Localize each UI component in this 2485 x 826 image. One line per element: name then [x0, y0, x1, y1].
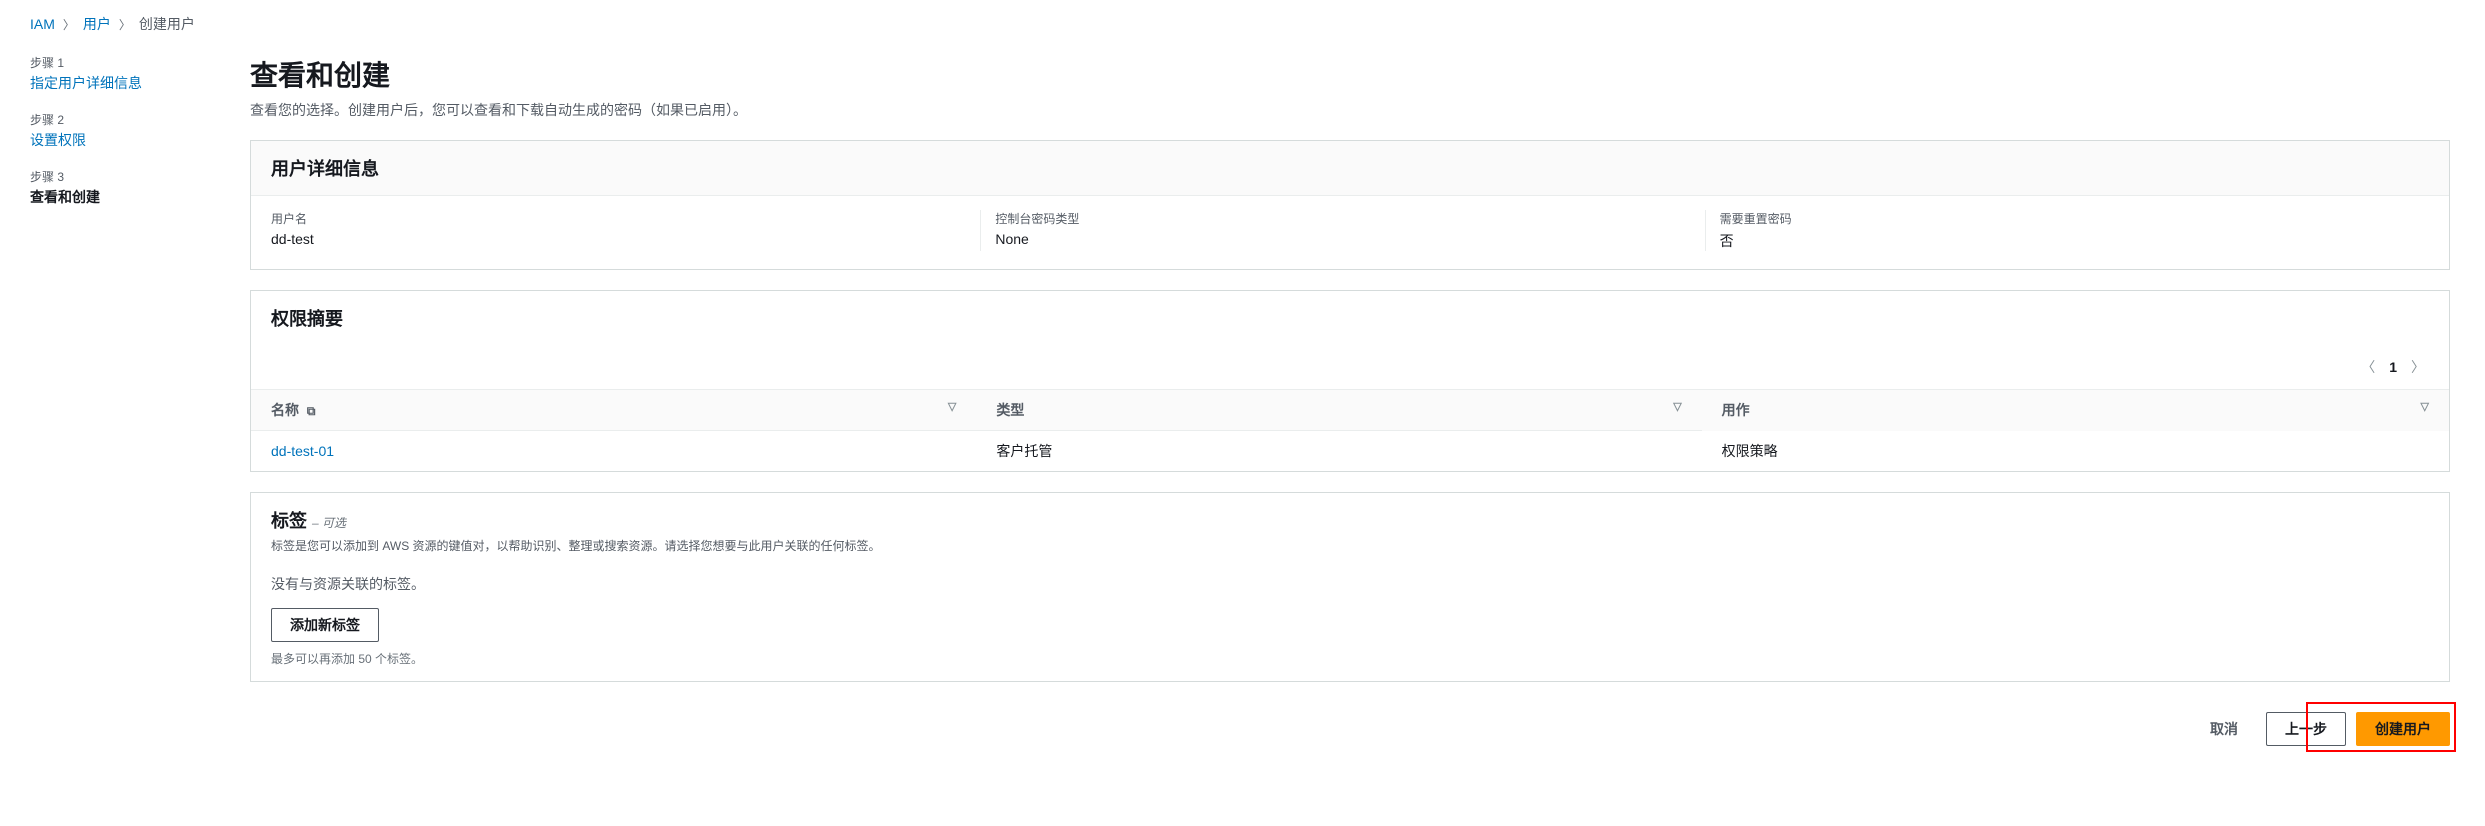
- step-3: 步骤 3 查看和创建: [30, 168, 210, 207]
- step-label: 步骤 3: [30, 168, 210, 185]
- pagination-prev[interactable]: 〈: [2357, 355, 2379, 379]
- detail-label: 需要重置密码: [1720, 210, 2429, 227]
- permissions-table: 名称 ⧉ ▽ 类型 ▽ 用作 ▽: [251, 389, 2449, 471]
- user-details-panel: 用户详细信息 用户名 dd-test 控制台密码类型 None 需要重置密码 否: [250, 140, 2450, 270]
- step-title[interactable]: 指定用户详细信息: [30, 73, 210, 93]
- detail-value: dd-test: [271, 231, 980, 247]
- detail-username: 用户名 dd-test: [271, 210, 980, 251]
- panel-title: 标签 – 可选: [271, 507, 2429, 533]
- step-2[interactable]: 步骤 2 设置权限: [30, 111, 210, 150]
- page-title: 查看和创建: [250, 54, 2450, 94]
- step-1[interactable]: 步骤 1 指定用户详细信息: [30, 54, 210, 93]
- table-row: dd-test-01 客户托管 权限策略: [251, 431, 2449, 472]
- chevron-right-icon: 〉: [119, 16, 131, 33]
- previous-button[interactable]: 上一步: [2266, 712, 2346, 746]
- tags-panel: 标签 – 可选 标签是您可以添加到 AWS 资源的键值对，以帮助识别、整理或搜索…: [250, 492, 2450, 682]
- tags-empty-text: 没有与资源关联的标签。: [271, 574, 2429, 594]
- breadcrumb-parent[interactable]: 用户: [83, 14, 111, 34]
- step-title[interactable]: 设置权限: [30, 130, 210, 150]
- pagination-page: 1: [2389, 359, 2397, 375]
- wizard-steps: 步骤 1 指定用户详细信息 步骤 2 设置权限 步骤 3 查看和创建: [30, 54, 210, 746]
- detail-label: 用户名: [271, 210, 980, 227]
- step-label: 步骤 2: [30, 111, 210, 128]
- permissions-panel: 权限摘要 〈 1 〉 名称 ⧉ ▽ 类型: [250, 290, 2450, 472]
- sort-icon[interactable]: ▽: [1673, 400, 1681, 413]
- detail-value: 否: [1720, 231, 2429, 251]
- column-usage[interactable]: 用作 ▽: [1702, 390, 2449, 431]
- cancel-button[interactable]: 取消: [2192, 712, 2256, 746]
- panel-title: 权限摘要: [271, 305, 2429, 331]
- breadcrumb-current: 创建用户: [139, 14, 195, 34]
- external-link-icon: ⧉: [307, 404, 316, 419]
- sort-icon[interactable]: ▽: [2421, 400, 2429, 413]
- detail-label: 控制台密码类型: [995, 210, 1704, 227]
- column-name[interactable]: 名称 ⧉ ▽: [251, 390, 976, 431]
- policy-name-link[interactable]: dd-test-01: [271, 443, 334, 459]
- chevron-right-icon: 〉: [63, 16, 75, 33]
- breadcrumb-root[interactable]: IAM: [30, 16, 55, 32]
- tags-hint: 最多可以再添加 50 个标签。: [271, 650, 2429, 667]
- create-user-button[interactable]: 创建用户: [2356, 712, 2450, 746]
- breadcrumb: IAM 〉 用户 〉 创建用户: [0, 0, 2485, 34]
- step-label: 步骤 1: [30, 54, 210, 71]
- column-type[interactable]: 类型 ▽: [976, 390, 1701, 431]
- detail-value: None: [995, 231, 1704, 247]
- pagination-next[interactable]: 〉: [2407, 355, 2429, 379]
- panel-subtitle: 标签是您可以添加到 AWS 资源的键值对，以帮助识别、整理或搜索资源。请选择您想…: [271, 537, 2429, 554]
- policy-type: 客户托管: [976, 431, 1701, 472]
- footer-actions: 取消 上一步 创建用户: [250, 702, 2450, 746]
- pagination: 〈 1 〉: [251, 345, 2449, 389]
- policy-usage: 权限策略: [1702, 431, 2449, 472]
- detail-password-type: 控制台密码类型 None: [980, 210, 1704, 251]
- page-subtitle: 查看您的选择。创建用户后，您可以查看和下载自动生成的密码（如果已启用）。: [250, 100, 2450, 120]
- sort-icon[interactable]: ▽: [948, 400, 956, 413]
- detail-reset-password: 需要重置密码 否: [1705, 210, 2429, 251]
- add-tag-button[interactable]: 添加新标签: [271, 608, 379, 642]
- step-title: 查看和创建: [30, 187, 210, 207]
- optional-label: – 可选: [312, 516, 346, 530]
- panel-title: 用户详细信息: [271, 155, 2429, 181]
